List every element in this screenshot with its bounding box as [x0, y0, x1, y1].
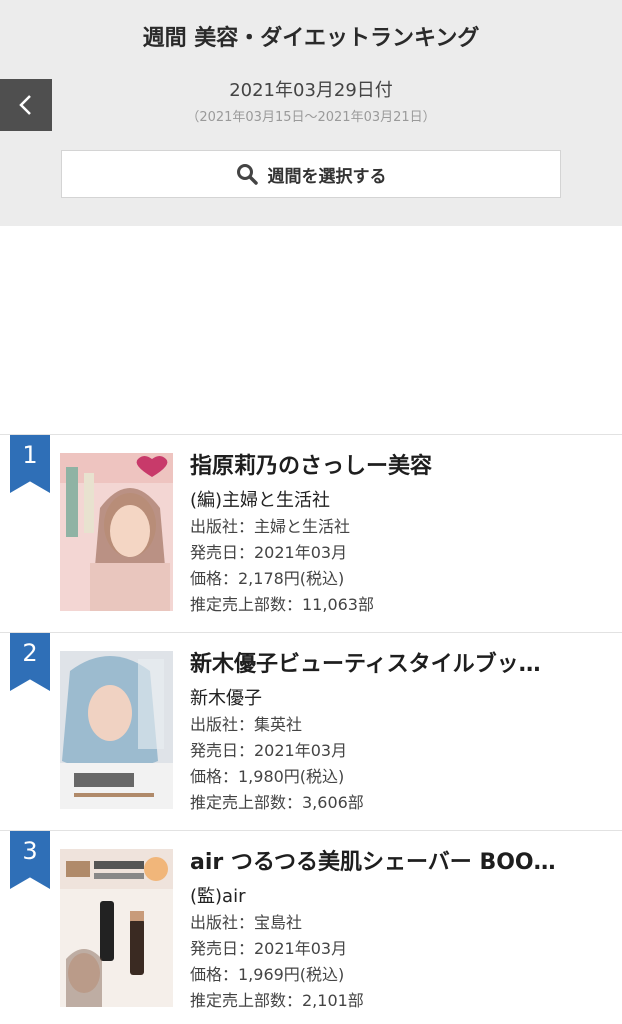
book-release-date: 発売日：2021年03月	[190, 741, 348, 760]
book-info: air つるつる美肌シェーバー BOO… (監)air 出版社：宝島社 発売日：…	[190, 847, 615, 1014]
ranking-list: 1 指原莉乃のさっしー美容 (編)主婦と生活社 出版社：主婦と生活社 発売日：2…	[0, 434, 622, 1024]
book-author: 新木優子	[190, 688, 262, 709]
book-cover-image[interactable]	[60, 453, 173, 611]
book-price: 価格：1,980円(税込)	[190, 767, 345, 786]
ranking-item[interactable]: 2 新木優子ビューティスタイルブッ… 新木優子 出版社：集英社 発売日：2021…	[0, 632, 622, 830]
ranking-date-range: （2021年03月15日〜2021年03月21日）	[186, 110, 436, 125]
rank-badge: 1	[10, 435, 50, 493]
ranking-header: 週間 美容・ダイエットランキング 2021年03月29日付 （2021年03月1…	[0, 0, 622, 226]
book-release-date: 発売日：2021年03月	[190, 543, 348, 562]
book-release-date: 発売日：2021年03月	[190, 939, 348, 958]
book-title[interactable]: air つるつる美肌シェーバー BOO…	[190, 847, 615, 879]
select-week-label: 週間を選択する	[267, 166, 387, 187]
book-title[interactable]: 指原莉乃のさっしー美容	[190, 451, 615, 483]
book-price: 価格：1,969円(税込)	[190, 965, 345, 984]
ranking-date: 2021年03月29日付	[229, 80, 393, 101]
book-author: (監)air	[190, 886, 246, 907]
page-title: 週間 美容・ダイエットランキング	[142, 26, 480, 51]
select-week-button[interactable]: 週間を選択する	[61, 150, 561, 198]
rank-badge: 3	[10, 831, 50, 889]
book-sales: 推定売上部数：11,063部	[190, 595, 374, 614]
book-price: 価格：2,178円(税込)	[190, 569, 345, 588]
book-publisher: 出版社：主婦と生活社	[190, 517, 351, 536]
book-title[interactable]: 新木優子ビューティスタイルブッ…	[190, 649, 615, 681]
rank-badge: 2	[10, 633, 50, 691]
book-cover-image[interactable]	[60, 651, 173, 809]
book-author: (編)主婦と生活社	[190, 490, 331, 511]
book-cover-image[interactable]	[60, 849, 173, 1007]
ranking-item[interactable]: 3 air つるつる美肌シェーバー BOO… (監)air 出版社：宝島社 発売…	[0, 830, 622, 1024]
book-sales: 推定売上部数：2,101部	[190, 991, 364, 1010]
book-sales: 推定売上部数：3,606部	[190, 793, 364, 812]
book-publisher: 出版社：集英社	[190, 715, 303, 734]
book-info: 指原莉乃のさっしー美容 (編)主婦と生活社 出版社：主婦と生活社 発売日：202…	[190, 451, 615, 618]
book-info: 新木優子ビューティスタイルブッ… 新木優子 出版社：集英社 発売日：2021年0…	[190, 649, 615, 816]
search-icon	[236, 164, 258, 185]
ranking-item[interactable]: 1 指原莉乃のさっしー美容 (編)主婦と生活社 出版社：主婦と生活社 発売日：2…	[0, 434, 622, 632]
book-publisher: 出版社：宝島社	[190, 913, 303, 932]
